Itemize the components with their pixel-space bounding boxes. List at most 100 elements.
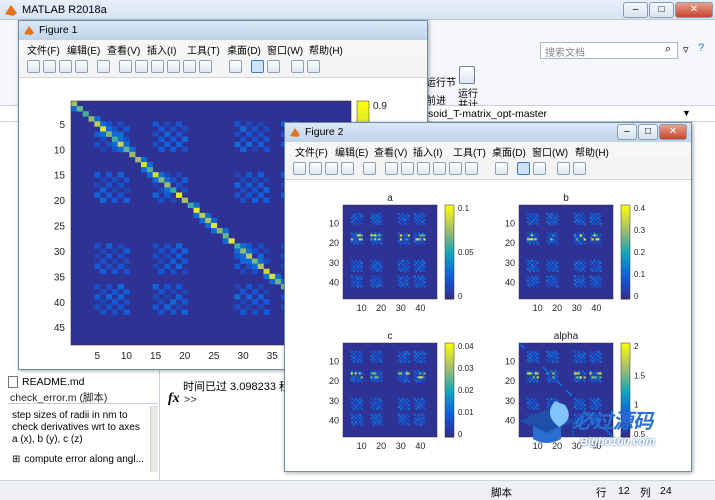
fig2-panel-1-cell: [407, 261, 410, 265]
help-icon[interactable]: ?: [698, 42, 704, 54]
data-cursor-icon[interactable]: [449, 162, 462, 175]
fig2-panel-1-cell: [403, 281, 406, 284]
fig2-panel-1-cell: [360, 218, 363, 221]
file-item-readme[interactable]: README.md: [8, 376, 84, 388]
colorbar-icon[interactable]: [251, 60, 264, 73]
fig2-panel-4-cell: [593, 376, 596, 379]
data-cursor-icon[interactable]: [183, 60, 196, 73]
close-button[interactable]: ✕: [675, 2, 713, 18]
fig2-panel-2-cell: [581, 212, 584, 216]
fig2-panel-1-cell: [378, 216, 381, 220]
fx-icon[interactable]: fx: [168, 391, 180, 407]
fig2-panel-1-cell: [378, 267, 381, 270]
menu-window[interactable]: 窗口(W): [532, 144, 568, 159]
print-icon[interactable]: [75, 60, 88, 73]
fig2-panel-3-cell: [376, 407, 379, 410]
open-icon[interactable]: [43, 60, 56, 73]
fig1-x-tick-label: 10: [121, 351, 133, 362]
hide-tools-icon[interactable]: [557, 162, 570, 175]
figure-2-titlebar[interactable]: Figure 2 – □ ✕: [285, 123, 691, 142]
new-figure-icon[interactable]: [27, 60, 40, 73]
fig2-panel-3-cell: [397, 378, 401, 381]
menu-tools[interactable]: 工具(T): [453, 144, 486, 159]
fig2-panel-3-cell: [415, 419, 418, 422]
figure-1-titlebar[interactable]: Figure 1: [19, 21, 427, 40]
save-icon[interactable]: [325, 162, 338, 175]
menu-view[interactable]: 查看(V): [374, 144, 407, 159]
zoom-out-icon[interactable]: [135, 60, 148, 73]
print-icon[interactable]: [341, 162, 354, 175]
pan-icon[interactable]: [151, 60, 164, 73]
menu-view[interactable]: 查看(V): [107, 42, 140, 57]
menu-insert[interactable]: 插入(I): [413, 144, 442, 159]
colorbar-icon[interactable]: [517, 162, 530, 175]
hide-tools-icon[interactable]: [291, 60, 304, 73]
menu-file[interactable]: 文件(F): [27, 42, 60, 57]
menu-desktop[interactable]: 桌面(D): [492, 144, 526, 159]
zoom-in-icon[interactable]: [385, 162, 398, 175]
command-prompt[interactable]: >>: [184, 394, 197, 406]
new-figure-icon[interactable]: [293, 162, 306, 175]
show-tools-icon[interactable]: [573, 162, 586, 175]
fig2-panel-1-cell: [378, 263, 381, 267]
rotate-icon[interactable]: [433, 162, 446, 175]
menu-insert[interactable]: 插入(I): [147, 42, 176, 57]
ribbon-run-section-label[interactable]: 运行节: [426, 74, 456, 89]
fig2-panel-1-colorbar: [444, 204, 455, 300]
brush-icon[interactable]: [465, 162, 478, 175]
ribbon-advance-label[interactable]: 前进: [426, 92, 446, 107]
run-and-time-icon[interactable]: [459, 66, 475, 84]
menu-edit[interactable]: 编辑(E): [67, 42, 100, 57]
legend-icon[interactable]: [533, 162, 546, 175]
fig2-panel-3-cell: [417, 358, 420, 361]
menu-file[interactable]: 文件(F): [295, 144, 328, 159]
menu-window[interactable]: 窗口(W): [267, 42, 303, 57]
rotate-icon[interactable]: [167, 60, 180, 73]
figure-2-close-button[interactable]: ✕: [659, 124, 687, 140]
legend-icon[interactable]: [267, 60, 280, 73]
search-input[interactable]: 搜索文档: [540, 42, 678, 59]
minimize-toolstrip-icon[interactable]: ▿: [683, 43, 689, 56]
save-icon[interactable]: [59, 60, 72, 73]
menu-edit[interactable]: 编辑(E): [335, 144, 368, 159]
menu-help[interactable]: 帮助(H): [309, 42, 343, 57]
show-tools-icon[interactable]: [307, 60, 320, 73]
details-scrollbar[interactable]: [150, 406, 158, 472]
fig1-cell: [164, 253, 171, 259]
minimize-button[interactable]: –: [623, 2, 648, 18]
pointer-icon[interactable]: [363, 162, 376, 175]
link-plot-icon[interactable]: [229, 60, 242, 73]
fig2-panel-1-cell: [403, 222, 406, 225]
fig2-panel-4-cell: [550, 350, 553, 354]
zoom-out-icon[interactable]: [401, 162, 414, 175]
brush-icon[interactable]: [199, 60, 212, 73]
fig2-panel-3-cell: [372, 380, 375, 383]
pointer-icon[interactable]: [97, 60, 110, 73]
current-path[interactable]: soid_T-matrix_opt-master: [428, 108, 547, 120]
search-icon[interactable]: ⌕: [665, 43, 671, 56]
fig1-cell: [181, 248, 188, 254]
fig1-cell: [234, 304, 241, 310]
menu-desktop[interactable]: 桌面(D): [227, 42, 261, 57]
zoom-in-icon[interactable]: [119, 60, 132, 73]
maximize-button[interactable]: □: [649, 2, 674, 18]
link-plot-icon[interactable]: [495, 162, 508, 175]
fig2-panel-1-cell: [423, 222, 426, 225]
fig2-panel-1-y-tick-label: 20: [329, 238, 339, 248]
menu-help[interactable]: 帮助(H): [575, 144, 609, 159]
fig2-panel-2-cell: [530, 283, 534, 286]
fig2-panel-1-cell: [356, 214, 359, 218]
fig2-panel-1-cell: [399, 281, 403, 284]
figure-2-minimize-button[interactable]: –: [617, 124, 637, 140]
fig2-panel-3-cell: [350, 405, 354, 408]
fig2-panel-2-cell: [528, 261, 532, 265]
figure-2-maximize-button[interactable]: □: [638, 124, 658, 140]
menu-tools[interactable]: 工具(T): [187, 42, 220, 57]
pan-icon[interactable]: [417, 162, 430, 175]
fig2-panel-2-cell: [595, 269, 598, 272]
fig2-panel-2-cell: [556, 214, 559, 218]
open-icon[interactable]: [309, 162, 322, 175]
chevron-down-icon[interactable]: ▼: [682, 108, 691, 118]
fig2-panel-1-cell: [352, 281, 356, 284]
details-function-item[interactable]: ⊞ compute error along angl...: [12, 454, 144, 465]
